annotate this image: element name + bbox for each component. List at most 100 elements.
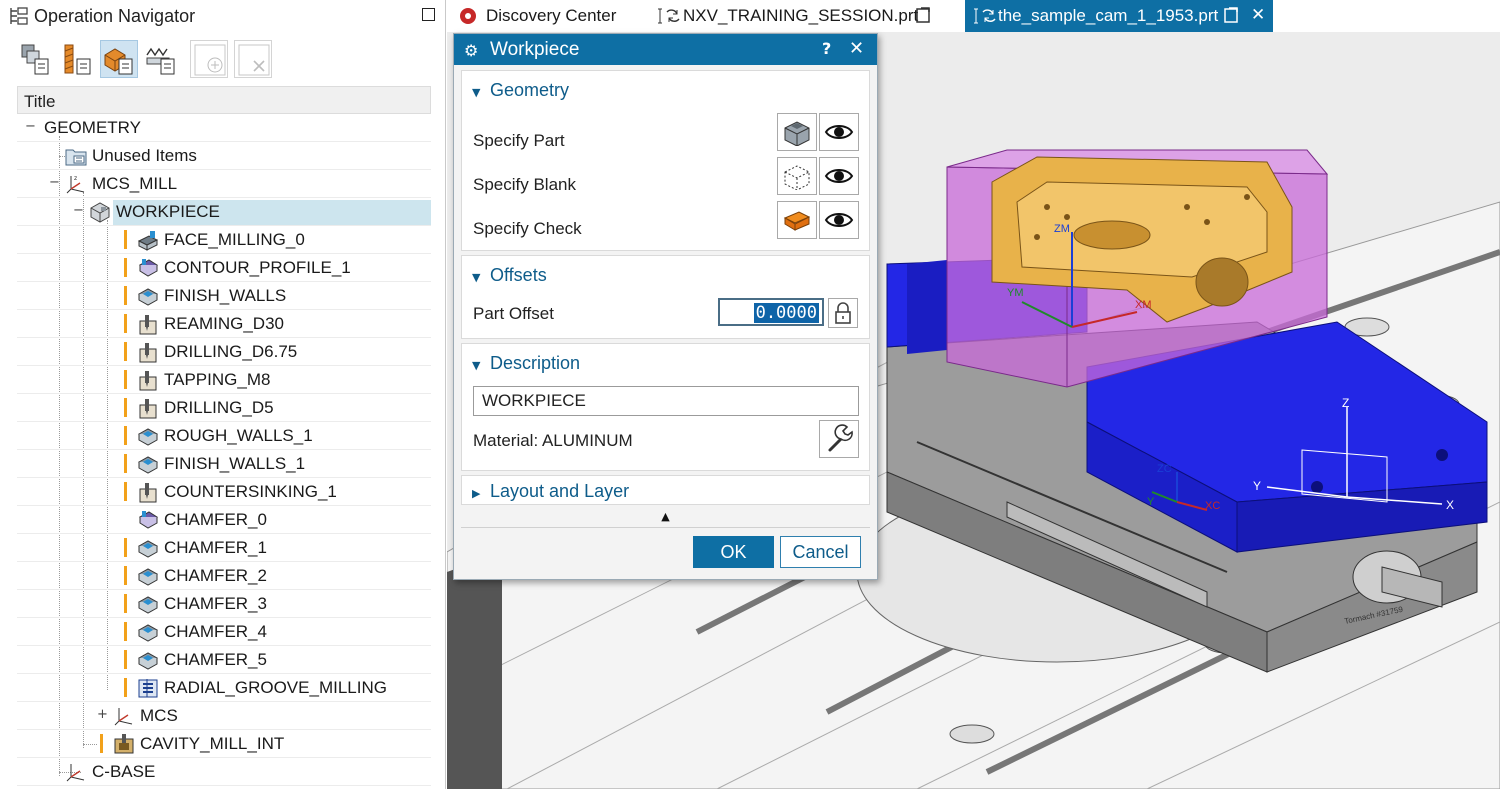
wrench-icon — [828, 424, 853, 452]
modified-icon — [916, 7, 930, 23]
tab-the-sample-cam[interactable]: the_sample_cam_1_1953.prt ✕ — [965, 0, 1273, 32]
eye-icon — [824, 213, 854, 227]
collapse-dialog-icon[interactable]: ▲ — [454, 510, 877, 524]
expand-icon[interactable]: + — [97, 708, 108, 721]
tree-row-mcs[interactable]: + MCS — [17, 702, 431, 730]
tree-row-operation[interactable]: CHAMFER_3 — [17, 590, 431, 618]
part-offset-field[interactable]: 0.0000 — [718, 298, 824, 326]
tree-row-operation[interactable]: TAPPING_M8 — [17, 366, 431, 394]
add-icon — [194, 44, 226, 76]
expanded-triangle-icon: ▼ — [472, 86, 481, 99]
walls-icon — [137, 568, 159, 586]
tree-row-operation[interactable]: RADIAL_GROOVE_MILLING — [17, 674, 431, 702]
tree-row-operation[interactable]: FINISH_WALLS — [17, 282, 431, 310]
tree-row-operation[interactable]: CHAMFER_0 — [17, 506, 431, 534]
tree-row-operation[interactable]: CHAMFER_1 — [17, 534, 431, 562]
navigator-icon — [10, 7, 28, 25]
specify-check-button[interactable] — [777, 201, 817, 239]
maximize-icon[interactable] — [422, 8, 435, 21]
discovery-center-icon — [460, 8, 476, 24]
tab-nxv-training-session[interactable]: NXV_TRAINING_SESSION.prt — [653, 0, 938, 32]
material-label: Material: ALUMINUM — [473, 431, 633, 450]
part-icon — [784, 121, 810, 146]
tab-discovery-center[interactable]: Discovery Center — [455, 0, 645, 32]
geometry-group: ▼ Geometry Specify Part Specify Blank Sp… — [461, 70, 870, 251]
walls-icon — [137, 596, 159, 614]
tree-row-operation[interactable]: CHAMFER_2 — [17, 562, 431, 590]
axis-label-y: Y — [1253, 479, 1261, 493]
machining-method-view-button[interactable] — [142, 40, 180, 78]
cancel-button[interactable]: Cancel — [780, 536, 861, 568]
collapse-icon[interactable]: − — [25, 120, 36, 133]
close-icon[interactable]: ✕ — [849, 38, 864, 59]
tree-row-workpiece[interactable]: − WORKPIECE — [17, 198, 431, 226]
collapse-icon[interactable]: − — [49, 176, 60, 189]
assign-material-button[interactable] — [819, 420, 859, 458]
hole-icon — [139, 371, 157, 391]
axis-label-zc: ZC — [1157, 463, 1172, 475]
eye-icon — [824, 169, 854, 183]
tree-label: CAVITY_MILL_INT — [140, 734, 285, 753]
tree-label: CHAMFER_2 — [164, 566, 267, 585]
offsets-group-header[interactable]: ▼ Offsets — [472, 265, 547, 286]
create-group-button[interactable] — [190, 40, 228, 78]
warning-icon — [124, 286, 127, 305]
column-header-title[interactable]: Title — [17, 86, 431, 114]
tree-row-operation[interactable]: DRILLING_D5 — [17, 394, 431, 422]
tree-label: MCS_MILL — [92, 174, 178, 193]
tree-row-mcs-mill[interactable]: − z MCS_MILL — [17, 170, 431, 198]
walls-icon — [137, 624, 159, 642]
collapsed-triangle-icon: ▶ — [472, 487, 481, 500]
axis-label-xm: XM — [1135, 299, 1152, 311]
tree-row-operation[interactable]: FACE_MILLING_0 — [17, 226, 431, 254]
geometry-group-header[interactable]: ▼ Geometry — [472, 80, 569, 101]
tree-label: FINISH_WALLS_1 — [164, 454, 306, 473]
tree-row-operation[interactable]: CONTOUR_PROFILE_1 — [17, 254, 431, 282]
operation-tree: − GEOMETRY Unused Items − z MCS_MILL − W… — [17, 114, 431, 789]
tree-row-operation[interactable]: CHAMFER_4 — [17, 618, 431, 646]
tree-label: CHAMFER_3 — [164, 594, 267, 613]
tree-label: RADIAL_GROOVE_MILLING — [164, 678, 387, 697]
close-tab-icon[interactable]: ✕ — [1251, 5, 1265, 25]
axis-label-yc: Y — [1147, 496, 1155, 508]
tree-row-operation[interactable]: CAVITY_MILL_INT — [17, 730, 431, 758]
tree-row-c-base[interactable]: C-BASE — [17, 758, 431, 786]
tree-row-operation[interactable]: CHAMFER_5 — [17, 646, 431, 674]
specify-part-button[interactable] — [777, 113, 817, 151]
show-part-button[interactable] — [819, 113, 859, 151]
layout-group-header[interactable]: ▶ Layout and Layer — [472, 481, 629, 502]
face-milling-icon — [137, 231, 159, 251]
mcs-icon — [66, 764, 85, 782]
sync-file-icon — [974, 8, 996, 24]
specify-check-label: Specify Check — [473, 219, 582, 238]
tree-row-operation[interactable]: ROUGH_WALLS_1 — [17, 422, 431, 450]
tree-row-operation[interactable]: DRILLING_D6.75 — [17, 338, 431, 366]
layout-and-layer-group[interactable]: ▶ Layout and Layer — [461, 475, 870, 505]
tree-label: COUNTERSINKING_1 — [164, 482, 337, 501]
specify-blank-button[interactable] — [777, 157, 817, 195]
program-order-view-button[interactable] — [16, 40, 54, 78]
ok-button[interactable]: OK — [693, 536, 774, 568]
geometry-view-button[interactable] — [100, 40, 138, 78]
delete-icon — [238, 44, 270, 76]
tree-row-operation[interactable]: COUNTERSINKING_1 — [17, 478, 431, 506]
show-check-button[interactable] — [819, 201, 859, 239]
document-tabs: Discovery Center NXV_TRAINING_SESSION.pr… — [447, 0, 1500, 32]
collapse-icon[interactable]: − — [73, 204, 84, 217]
lock-button[interactable] — [828, 298, 858, 328]
tree-row-geometry[interactable]: − GEOMETRY — [17, 114, 431, 142]
tree-row-operation[interactable]: REAMING_D30 — [17, 310, 431, 338]
help-icon[interactable]: ? — [822, 39, 831, 58]
dialog-titlebar[interactable]: ⚙ Workpiece ? ✕ — [454, 34, 877, 65]
tree-row-unused-items[interactable]: Unused Items — [17, 142, 431, 170]
description-group-header[interactable]: ▼ Description — [472, 353, 580, 374]
show-blank-button[interactable] — [819, 157, 859, 195]
tree-row-operation[interactable]: FINISH_WALLS_1 — [17, 450, 431, 478]
description-input[interactable] — [473, 386, 859, 416]
eye-icon — [824, 125, 854, 139]
machine-tool-view-button[interactable] — [58, 40, 96, 78]
expanded-triangle-icon: ▼ — [472, 359, 481, 372]
delete-group-button[interactable] — [234, 40, 272, 78]
warning-icon — [124, 426, 127, 445]
geometry-view-icon — [104, 48, 133, 75]
